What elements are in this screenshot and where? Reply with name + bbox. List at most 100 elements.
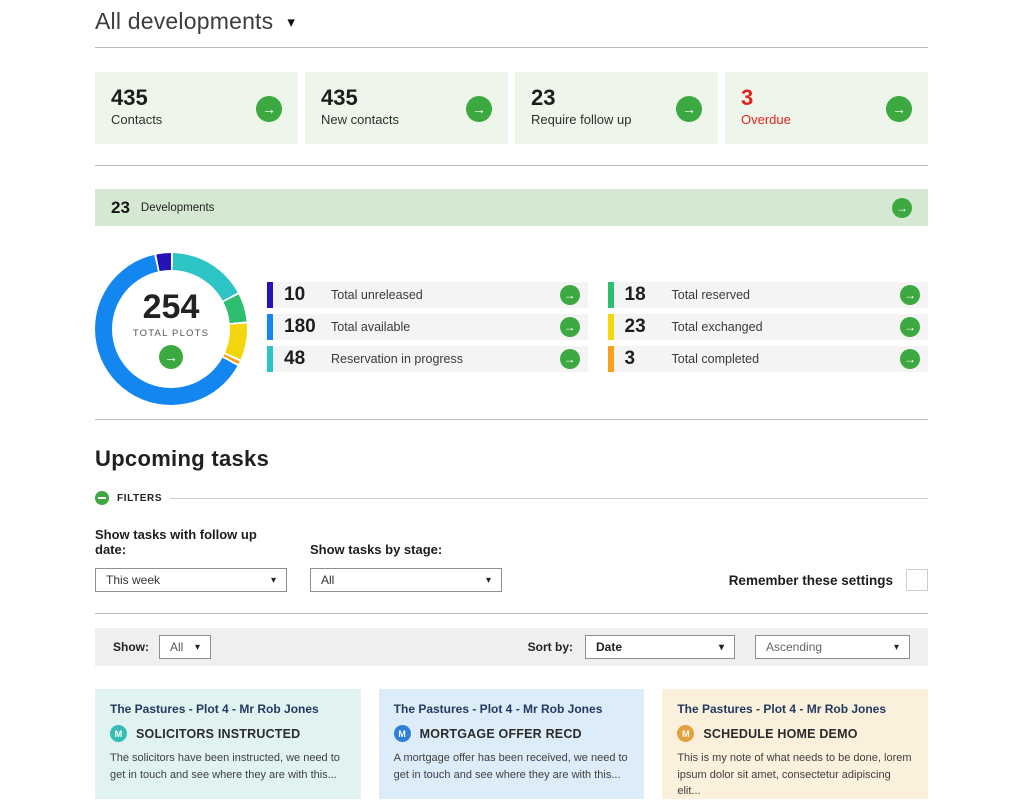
stage-select[interactable]: All ▾: [310, 568, 502, 592]
chevron-down-icon: ▾: [271, 575, 276, 586]
remember-settings: Remember these settings: [729, 569, 928, 591]
task-body: A mortgage offer has been received, we n…: [394, 750, 630, 783]
task-card-mortgage-offer-recd[interactable]: The Pastures - Plot 4 - Mr Rob Jones M M…: [379, 689, 645, 799]
legend-value: 18: [625, 284, 672, 306]
developments-arrow-button[interactable]: →: [892, 198, 912, 218]
show-label: Show:: [113, 640, 149, 654]
legend-value: 23: [625, 316, 672, 338]
chevron-down-icon: ▾: [719, 642, 724, 653]
sort-order-select[interactable]: Ascending ▾: [755, 635, 910, 659]
total-plots-arrow-button[interactable]: →: [159, 345, 183, 369]
milestone-icon: M: [677, 725, 694, 742]
total-plots-label: TOTAL PLOTS: [133, 328, 209, 339]
arrow-right-icon: →: [896, 202, 908, 214]
filters-divider-line: [170, 498, 928, 499]
chevron-down-icon[interactable]: ▾: [287, 13, 295, 31]
follow-up-date-select[interactable]: This week ▾: [95, 568, 287, 592]
legend-value: 180: [284, 316, 331, 338]
legend-arrow-button[interactable]: →: [560, 349, 580, 369]
stat-card-contacts[interactable]: 435 Contacts →: [95, 72, 298, 144]
legend-row-completed: 3 Total completed →: [608, 346, 929, 372]
chevron-down-icon: ▾: [894, 642, 899, 653]
arrow-right-icon: →: [262, 102, 276, 116]
legend-value: 48: [284, 348, 331, 370]
task-body: The solicitors have been instructed, we …: [110, 750, 346, 783]
arrow-right-icon: →: [904, 321, 916, 333]
developments-label: Developments: [141, 202, 215, 214]
filter-label: Show tasks by stage:: [310, 542, 502, 557]
legend-arrow-button[interactable]: →: [900, 349, 920, 369]
filter-controls: Show tasks with follow up date: This wee…: [95, 527, 928, 592]
legend-color-bar: [267, 346, 273, 372]
filter-follow-up-date: Show tasks with follow up date: This wee…: [95, 527, 287, 592]
development-selector[interactable]: All developments ▾: [95, 0, 928, 35]
arrow-right-icon: →: [564, 321, 576, 333]
legend-label: Total completed: [672, 352, 760, 366]
filters-label: FILTERS: [117, 493, 162, 504]
legend-label: Total exchanged: [672, 320, 763, 334]
legend-row-available: 180 Total available →: [267, 314, 588, 340]
select-value: All: [170, 640, 183, 654]
legend-row-reserved: 18 Total reserved →: [608, 282, 929, 308]
arrow-right-icon: →: [682, 102, 696, 116]
stat-card-follow-up[interactable]: 23 Require follow up →: [515, 72, 718, 144]
stat-card-overdue[interactable]: 3 Overdue →: [725, 72, 928, 144]
legend-color-bar: [267, 282, 273, 308]
sort-by-label: Sort by:: [528, 640, 573, 654]
page-title: All developments: [95, 8, 273, 35]
legend-row-unreleased: 10 Total unreleased →: [267, 282, 588, 308]
legend-color-bar: [608, 314, 614, 340]
milestone-icon: M: [110, 725, 127, 742]
stat-arrow-button[interactable]: →: [466, 96, 492, 122]
arrow-right-icon: →: [892, 102, 906, 116]
legend-color-bar: [267, 314, 273, 340]
milestone-icon: M: [394, 725, 411, 742]
task-status-row: M MORTGAGE OFFER RECD: [394, 725, 630, 742]
legend-arrow-button[interactable]: →: [900, 317, 920, 337]
stat-arrow-button[interactable]: →: [256, 96, 282, 122]
total-plots-donut-chart: 254 TOTAL PLOTS →: [95, 253, 247, 405]
arrow-right-icon: →: [564, 289, 576, 301]
arrow-right-icon: →: [904, 289, 916, 301]
chevron-down-icon: ▾: [486, 575, 491, 586]
task-title: The Pastures - Plot 4 - Mr Rob Jones: [394, 702, 630, 716]
stat-arrow-button[interactable]: →: [676, 96, 702, 122]
task-title: The Pastures - Plot 4 - Mr Rob Jones: [677, 702, 913, 716]
task-card-solicitors-instructed[interactable]: The Pastures - Plot 4 - Mr Rob Jones M S…: [95, 689, 361, 799]
developments-count: 23: [111, 198, 130, 218]
section-divider: [95, 419, 928, 420]
legend-arrow-button[interactable]: →: [900, 285, 920, 305]
show-select[interactable]: All ▾: [159, 635, 211, 659]
arrow-right-icon: →: [564, 353, 576, 365]
developments-banner[interactable]: 23 Developments →: [95, 189, 928, 226]
donut-center: 254 TOTAL PLOTS →: [112, 270, 230, 388]
task-status-row: M SCHEDULE HOME DEMO: [677, 725, 913, 742]
task-title: The Pastures - Plot 4 - Mr Rob Jones: [110, 702, 346, 716]
remember-settings-checkbox[interactable]: [906, 569, 928, 591]
legend-value: 10: [284, 284, 331, 306]
header-divider: [95, 47, 928, 48]
select-value: This week: [106, 573, 160, 587]
collapse-minus-icon[interactable]: [95, 491, 109, 505]
filter-stage: Show tasks by stage: All ▾: [310, 542, 502, 592]
filters-toggle[interactable]: FILTERS: [95, 491, 928, 505]
legend-arrow-button[interactable]: →: [560, 317, 580, 337]
select-value: Date: [596, 640, 622, 654]
dashboard-page: All developments ▾ 435 Contacts → 435 Ne…: [95, 0, 928, 799]
legend-label: Total reserved: [672, 288, 751, 302]
sort-by-select[interactable]: Date ▾: [585, 635, 735, 659]
chevron-down-icon: ▾: [195, 642, 200, 653]
task-status-row: M SOLICITORS INSTRUCTED: [110, 725, 346, 742]
legend-color-bar: [608, 282, 614, 308]
stat-arrow-button[interactable]: →: [886, 96, 912, 122]
legend-value: 3: [625, 348, 672, 370]
upcoming-tasks-heading: Upcoming tasks: [95, 446, 928, 472]
arrow-right-icon: →: [472, 102, 486, 116]
legend-arrow-button[interactable]: →: [560, 285, 580, 305]
legend-label: Reservation in progress: [331, 352, 463, 366]
stats-row: 435 Contacts → 435 New contacts → 23 Req…: [95, 72, 928, 144]
select-value: All: [321, 573, 334, 587]
task-card-schedule-home-demo[interactable]: The Pastures - Plot 4 - Mr Rob Jones M S…: [662, 689, 928, 799]
stat-card-new-contacts[interactable]: 435 New contacts →: [305, 72, 508, 144]
task-body: This is my note of what needs to be done…: [677, 750, 913, 800]
